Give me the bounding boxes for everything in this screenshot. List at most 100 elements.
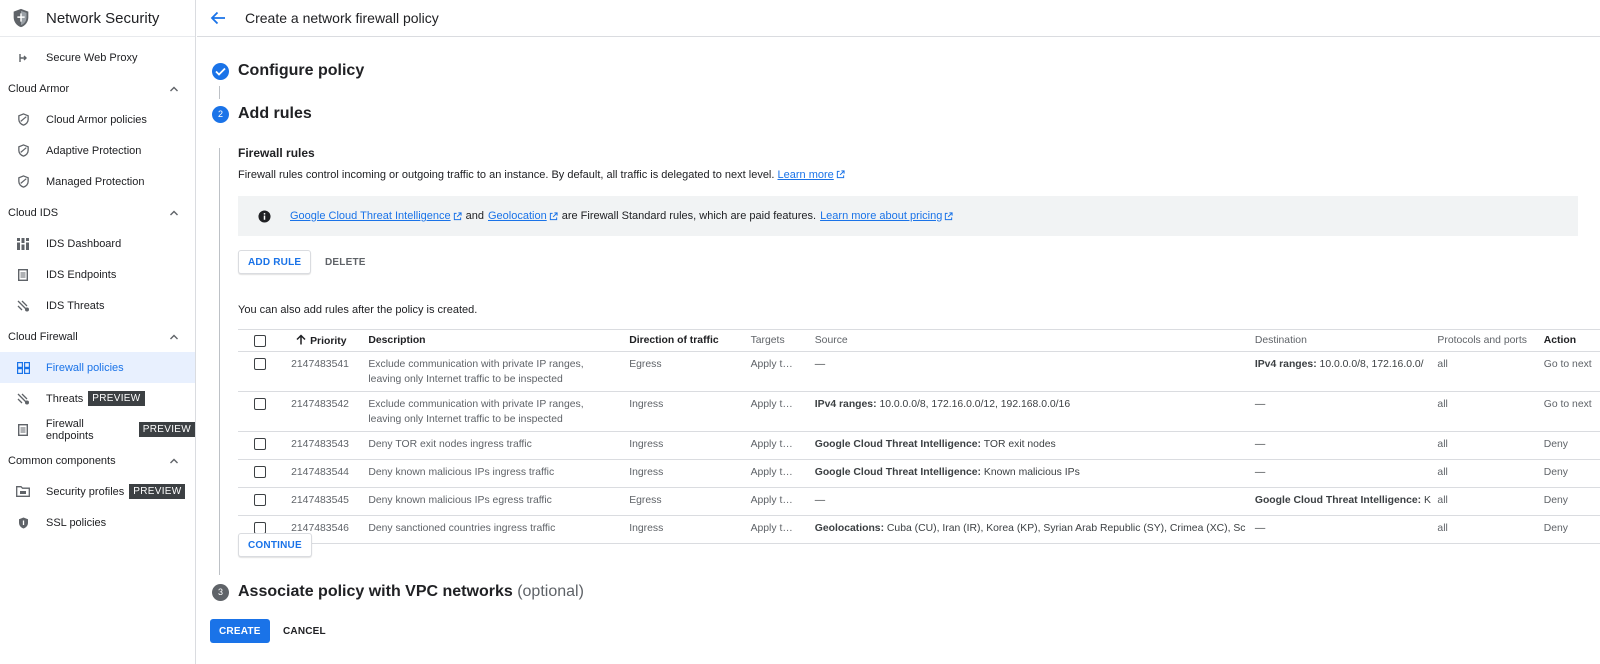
cell-protocols: all [1433,515,1540,544]
cell-priority: 2147483543 [282,431,365,460]
shield-icon [16,113,30,127]
destination-value: — [1254,523,1266,534]
source-label: Google Cloud Threat Intelligence: [814,467,982,478]
learn-more-link[interactable]: Learn more [778,169,834,181]
destination-label: Google Cloud Threat Intelligence: [1254,495,1422,506]
source-label: Google Cloud Threat Intelligence: [814,439,982,450]
row-checkbox[interactable] [254,494,266,506]
sidebar-item-secure-web-proxy[interactable]: Secure Web Proxy [0,42,195,73]
table-row[interactable]: 2147483541 Exclude communication with pr… [238,351,1600,392]
sidebar-item-adaptive-protection[interactable]: Adaptive Protection [0,135,195,166]
row-checkbox[interactable] [254,466,266,478]
table-row[interactable]: 2147483544 Deny known malicious IPs ingr… [238,459,1600,488]
column-description[interactable]: Description [364,329,626,352]
select-all-checkbox-cell [238,329,283,352]
destination-value: — [1254,467,1266,478]
cell-direction: Ingress [625,515,747,544]
preview-badge: PREVIEW [138,422,195,437]
sidebar-item-firewall-endpoints[interactable]: Firewall endpoints PREVIEW [0,414,195,445]
column-priority[interactable]: Priority [282,329,365,352]
section-label: Cloud Firewall [8,330,78,343]
section-cloud-ids[interactable]: Cloud IDS [0,197,195,228]
row-checkbox[interactable] [254,398,266,410]
section-common-components[interactable]: Common components [0,445,195,476]
info-icon [258,209,271,223]
sidebar-item-threats[interactable]: Threats PREVIEW [0,383,195,414]
section-cloud-armor[interactable]: Cloud Armor [0,73,195,104]
sidebar-item-managed-protection[interactable]: Managed Protection [0,166,195,197]
continue-button[interactable]: CONTINUE [238,533,312,557]
step-configure-policy[interactable]: Configure policy [212,62,364,80]
select-all-checkbox[interactable] [254,334,266,347]
step-title-text: Associate policy with VPC networks [238,583,513,600]
cell-direction: Ingress [625,391,747,432]
cell-source: Google Cloud Threat Intelligence: Known … [810,459,1251,488]
step-associate-vpc[interactable]: 3 Associate policy with VPC networks (op… [212,583,584,601]
pricing-link[interactable]: Learn more about pricing [820,210,942,222]
sidebar-item-ssl-policies[interactable]: SSL policies [0,507,195,538]
threat-intelligence-link[interactable]: Google Cloud Threat Intelligence [290,210,451,222]
sidebar-item-firewall-policies[interactable]: Firewall policies [0,352,195,383]
firewall-rules-section: Firewall rules Firewall rules control in… [238,146,1600,181]
sidebar-item-ids-endpoints[interactable]: IDS Endpoints [0,259,195,290]
destination-value: — [1254,439,1266,450]
cell-direction: Egress [625,487,747,516]
cell-action: Deny [1539,431,1600,460]
create-button[interactable]: CREATE [210,619,270,643]
table-row[interactable]: 2147483542 Exclude communication with pr… [238,391,1600,432]
sidebar: Network Security Secure Web Proxy Cloud … [0,0,196,664]
cell-targets: Apply t… [746,487,811,516]
firewall-rules-description: Firewall rules control incoming or outgo… [238,169,1600,181]
firewall-rules-table: Priority Description Direction of traffi… [238,329,1600,544]
destination-value: 10.0.0.0/8, 172.16.0.0/ [1319,359,1424,370]
cell-description: Deny known malicious IPs ingress traffic [364,459,626,488]
arrow-back-icon[interactable] [209,9,227,27]
info-banner: Google Cloud Threat Intelligence and Geo… [238,196,1578,236]
table-row[interactable]: 2147483543 Deny TOR exit nodes ingress t… [238,431,1600,460]
add-rule-button[interactable]: ADD RULE [238,250,312,274]
cell-protocols: all [1433,391,1540,432]
external-link-icon [453,211,462,220]
description-line: Deny sanctioned countries ingress traffi… [368,523,556,534]
sidebar-item-label: IDS Threats [46,299,105,312]
sidebar-item-security-profiles[interactable]: Security profiles PREVIEW [0,476,195,507]
column-protocols[interactable]: Protocols and ports [1433,329,1540,352]
column-destination[interactable]: Destination [1250,329,1434,352]
cell-targets: Apply t… [746,459,811,488]
shield-icon [16,516,30,530]
cancel-button[interactable]: CANCEL [274,619,335,643]
row-checkbox[interactable] [254,358,266,370]
step-connector [219,86,220,99]
cell-description: Exclude communication with private IP ra… [364,391,626,432]
column-targets[interactable]: Targets [746,329,811,352]
chevron-up-icon [170,458,178,463]
sidebar-item-ids-dashboard[interactable]: IDS Dashboard [0,228,195,259]
sidebar-item-ids-threats[interactable]: IDS Threats [0,290,195,321]
cell-targets: Apply t… [746,515,811,544]
sidebar-item-label: Adaptive Protection [46,144,142,157]
app-header: Network Security [0,0,195,37]
delete-button[interactable]: DELETE [316,250,375,274]
sidebar-item-label: Threats [46,392,84,405]
sidebar-item-label: Security profiles [46,485,125,498]
source-value: — [814,359,826,370]
cell-source: — [810,351,1251,392]
column-action[interactable]: Action [1539,329,1600,352]
destination-value: K [1424,495,1431,506]
section-cloud-firewall[interactable]: Cloud Firewall [0,321,195,352]
row-checkbox[interactable] [254,438,266,450]
sidebar-item-cloud-armor-policies[interactable]: Cloud Armor policies [0,104,195,135]
cell-action: Go to next [1539,391,1600,432]
source-value: Known malicious IPs [983,467,1080,478]
sidebar-item-label: Secure Web Proxy [46,51,138,64]
table-row[interactable]: 2147483545 Deny known malicious IPs egre… [238,487,1600,516]
geolocation-link[interactable]: Geolocation [488,210,547,222]
cell-protocols: all [1433,431,1540,460]
description-line: Exclude communication with private IP ra… [368,399,584,410]
column-source[interactable]: Source [810,329,1251,352]
column-direction[interactable]: Direction of traffic [625,329,747,352]
sidebar-item-label: Firewall endpoints [45,417,94,442]
step-add-rules: 2 Add rules [212,105,312,123]
step-optional-label: (optional) [517,583,584,600]
table-row[interactable]: 2147483546 Deny sanctioned countries ing… [238,515,1600,544]
